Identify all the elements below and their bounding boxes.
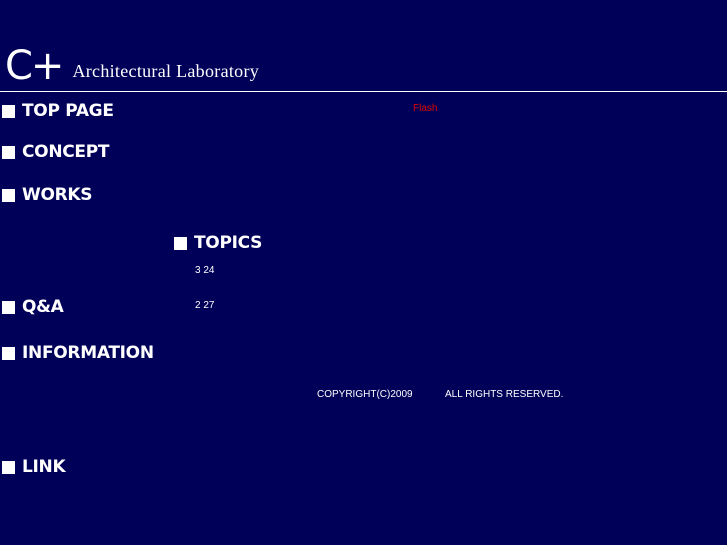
nav-topics[interactable]: TOPICS <box>174 233 262 253</box>
logo-text: Architectural Laboratory <box>72 61 260 81</box>
nav-top-page-label: TOP PAGE <box>22 101 114 121</box>
square-bullet-icon <box>174 236 187 250</box>
nav-qa[interactable]: Q&A <box>2 297 64 317</box>
header-divider <box>0 91 727 92</box>
nav-works[interactable]: WORKS <box>2 185 93 205</box>
square-bullet-icon <box>2 300 15 314</box>
nav-concept-label: CONCEPT <box>22 142 110 162</box>
square-bullet-icon <box>2 460 15 474</box>
nav-works-label: WORKS <box>22 185 93 205</box>
site-logo[interactable]: C+ Architectural Laboratory <box>5 43 260 89</box>
square-bullet-icon <box>2 188 15 202</box>
nav-information[interactable]: INFORMATION <box>2 343 154 363</box>
flash-notice: Flash <box>413 103 438 114</box>
logo-mark: C+ <box>5 43 64 89</box>
nav-link[interactable]: LINK <box>2 457 66 477</box>
nav-qa-label: Q&A <box>22 297 64 317</box>
nav-topics-label: TOPICS <box>194 233 263 253</box>
square-bullet-icon <box>2 104 15 118</box>
rights-text: ALL RIGHTS RESERVED. <box>445 389 564 400</box>
nav-information-label: INFORMATION <box>22 343 154 363</box>
nav-link-label: LINK <box>22 457 66 477</box>
square-bullet-icon <box>2 346 15 360</box>
topic-item[interactable]: 3 24 <box>195 265 214 276</box>
nav-concept[interactable]: CONCEPT <box>2 142 110 162</box>
nav-top-page[interactable]: TOP PAGE <box>2 101 114 121</box>
square-bullet-icon <box>2 145 15 159</box>
copyright-text: COPYRIGHT(C)2009 <box>317 389 413 400</box>
topic-item[interactable]: 2 27 <box>195 300 214 311</box>
